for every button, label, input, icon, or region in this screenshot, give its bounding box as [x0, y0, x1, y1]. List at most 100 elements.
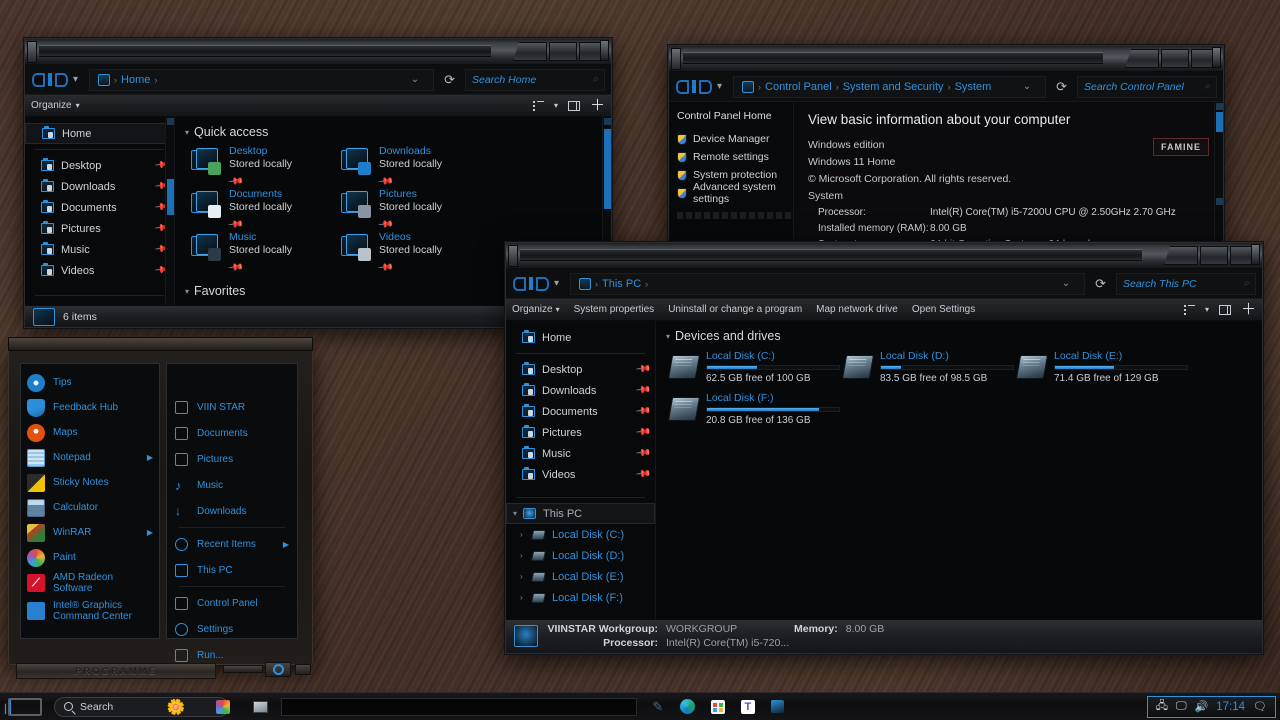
- quick-access-item[interactable]: Pictures Stored locally 📌: [341, 188, 491, 233]
- edge-icon[interactable]: [676, 696, 700, 718]
- home-breadcrumb[interactable]: › Home › ⌄: [89, 68, 435, 91]
- sidebar-item-music[interactable]: Music 📌: [25, 239, 174, 260]
- collapse-icon[interactable]: ▾: [666, 332, 670, 341]
- control-panel-titlebar[interactable]: [669, 46, 1223, 72]
- quick-access-item[interactable]: Videos Stored locally 📌: [341, 231, 491, 276]
- start-item-feedback-hub[interactable]: Feedback Hub: [21, 395, 159, 420]
- control-panel-window[interactable]: ▾ › Control Panel › System and Security …: [668, 45, 1224, 245]
- start-place-pictures[interactable]: Pictures: [167, 446, 297, 472]
- sidebar-item-home[interactable]: Home: [506, 327, 655, 348]
- scroll-down-icon[interactable]: [1216, 198, 1223, 205]
- submenu-arrow-icon[interactable]: ▶: [283, 540, 289, 549]
- power-icon[interactable]: [273, 664, 284, 675]
- organize-button[interactable]: Organize: [512, 304, 553, 315]
- submenu-arrow-icon[interactable]: ▶: [147, 453, 153, 462]
- this-pc-breadcrumb[interactable]: › This PC › ⌄: [570, 272, 1086, 295]
- devices-and-drives-header[interactable]: ▾ Devices and drives: [656, 321, 1262, 349]
- drive-item[interactable]: Local Disk (C:) 62.5 GB free of 100 GB: [667, 349, 840, 387]
- store-icon[interactable]: [706, 696, 730, 718]
- start-item-tips[interactable]: Tips: [21, 370, 159, 395]
- forward-icon[interactable]: [535, 276, 550, 292]
- start-button[interactable]: [2, 695, 48, 719]
- nav-history-chevron-icon[interactable]: ▾: [70, 74, 83, 85]
- quick-access-item[interactable]: Music Stored locally 📌: [191, 231, 341, 276]
- nav-history-chevron-icon[interactable]: ▾: [551, 278, 564, 289]
- tree-item-local-disk-e[interactable]: › Local Disk (E:): [506, 566, 655, 587]
- chevron-down-icon[interactable]: ⌄: [1017, 81, 1037, 92]
- this-pc-search-input[interactable]: Search This PC ⌕: [1116, 272, 1256, 295]
- notification-icon[interactable]: 🗨: [1253, 700, 1267, 713]
- breadcrumb-home[interactable]: Home: [121, 74, 150, 86]
- sidebar-scrollbar[interactable]: [165, 117, 174, 327]
- scroll-up-icon[interactable]: [167, 118, 174, 125]
- start-item-paint[interactable]: Paint: [21, 545, 159, 570]
- sidebar-item-videos[interactable]: Videos 📌: [506, 464, 655, 485]
- sidebar-item-home[interactable]: Home: [25, 123, 174, 144]
- new-item-icon[interactable]: ＋: [590, 98, 605, 113]
- new-item-icon[interactable]: ＋: [1241, 302, 1256, 317]
- quick-access-group-header[interactable]: ▾ Quick access: [175, 117, 611, 145]
- system-properties-button[interactable]: System properties: [574, 304, 655, 315]
- list-view-icon[interactable]: [532, 101, 544, 111]
- this-pc-window[interactable]: ▾ › This PC › ⌄ ⟳ Search This PC ⌕ Organ…: [505, 242, 1263, 654]
- home-window-titlebar[interactable]: [25, 39, 611, 65]
- chevron-down-icon[interactable]: ⌄: [1056, 278, 1076, 289]
- monitor-icon[interactable]: 🖵: [1176, 700, 1187, 713]
- taskbar-open-apps-area[interactable]: [281, 697, 637, 716]
- file-explorer-icon[interactable]: [248, 696, 272, 718]
- sidebar-item-documents[interactable]: Documents 📌: [25, 197, 174, 218]
- chevron-down-icon[interactable]: ▾: [513, 509, 517, 518]
- drive-item[interactable]: Local Disk (D:) 83.5 GB free of 98.5 GB: [841, 349, 1014, 387]
- pin-icon[interactable]: 📌: [634, 466, 651, 482]
- forward-icon[interactable]: [54, 72, 69, 88]
- forward-icon[interactable]: [698, 79, 713, 95]
- details-pane-icon[interactable]: [567, 100, 580, 111]
- programme-button[interactable]: PROGRAMME: [16, 663, 216, 679]
- nav-history-chevron-icon[interactable]: ▾: [714, 81, 727, 92]
- view-chevron-icon[interactable]: ▾: [1205, 305, 1209, 314]
- back-icon[interactable]: [675, 79, 690, 95]
- tree-item-this-pc[interactable]: ▾ This PC: [506, 503, 655, 524]
- sidebar-item-downloads[interactable]: Downloads 📌: [506, 380, 655, 401]
- start-place-music[interactable]: ♪ Music: [167, 472, 297, 498]
- breadcrumb-system[interactable]: System: [955, 81, 992, 93]
- pin-icon[interactable]: 📌: [634, 382, 651, 398]
- control-panel-breadcrumb[interactable]: › Control Panel › System and Security › …: [733, 75, 1047, 98]
- organize-chevron-icon[interactable]: ▾: [76, 101, 80, 110]
- home-search-input[interactable]: Search Home ⌕: [465, 68, 605, 91]
- start-item-sticky-notes[interactable]: Sticky Notes: [21, 470, 159, 495]
- tree-item-local-disk-c[interactable]: › Local Disk (C:): [506, 524, 655, 545]
- pin-icon[interactable]: 📌: [634, 445, 651, 461]
- scrollbar-thumb[interactable]: [167, 179, 174, 215]
- breadcrumb-system-and-security[interactable]: System and Security: [843, 81, 944, 93]
- submenu-arrow-icon[interactable]: ▶: [147, 528, 153, 537]
- minimize-button[interactable]: [513, 42, 547, 61]
- start-place-this-pc[interactable]: This PC: [167, 557, 297, 583]
- chevron-down-icon[interactable]: ⌄: [405, 74, 425, 85]
- photos-icon[interactable]: [211, 696, 235, 718]
- drive-item[interactable]: Local Disk (F:) 20.8 GB free of 136 GB: [667, 391, 840, 429]
- start-place-documents[interactable]: Documents: [167, 420, 297, 446]
- pen-icon[interactable]: ✎: [646, 696, 670, 718]
- start-item-notepad[interactable]: Notepad ▶: [21, 445, 159, 470]
- breadcrumb-control-panel[interactable]: Control Panel: [765, 81, 832, 93]
- maximize-button[interactable]: [549, 42, 577, 61]
- volume-icon[interactable]: 🔊: [1195, 700, 1209, 713]
- network-icon[interactable]: 🖧: [1156, 697, 1168, 716]
- collapse-icon[interactable]: ▾: [185, 128, 189, 137]
- taskbar-search-input[interactable]: Search: [54, 696, 229, 717]
- start-place-viin-star[interactable]: VIIN STAR: [167, 394, 297, 420]
- sidebar-item-videos[interactable]: Videos 📌: [25, 260, 174, 281]
- minimize-button[interactable]: [1125, 49, 1159, 68]
- maximize-button[interactable]: [1161, 49, 1189, 68]
- back-icon[interactable]: [512, 276, 527, 292]
- sidebar-item-pictures[interactable]: Pictures 📌: [506, 422, 655, 443]
- chevron-right-icon[interactable]: ›: [520, 572, 523, 581]
- start-item-calculator[interactable]: Calculator: [21, 495, 159, 520]
- breadcrumb-this-pc[interactable]: This PC: [602, 278, 641, 290]
- start-place-downloads[interactable]: ↓ Downloads: [167, 498, 297, 524]
- minimize-button[interactable]: [1164, 246, 1198, 265]
- chevron-right-icon[interactable]: ›: [520, 593, 523, 602]
- scroll-up-icon[interactable]: [604, 118, 611, 125]
- list-view-icon[interactable]: [1183, 305, 1195, 315]
